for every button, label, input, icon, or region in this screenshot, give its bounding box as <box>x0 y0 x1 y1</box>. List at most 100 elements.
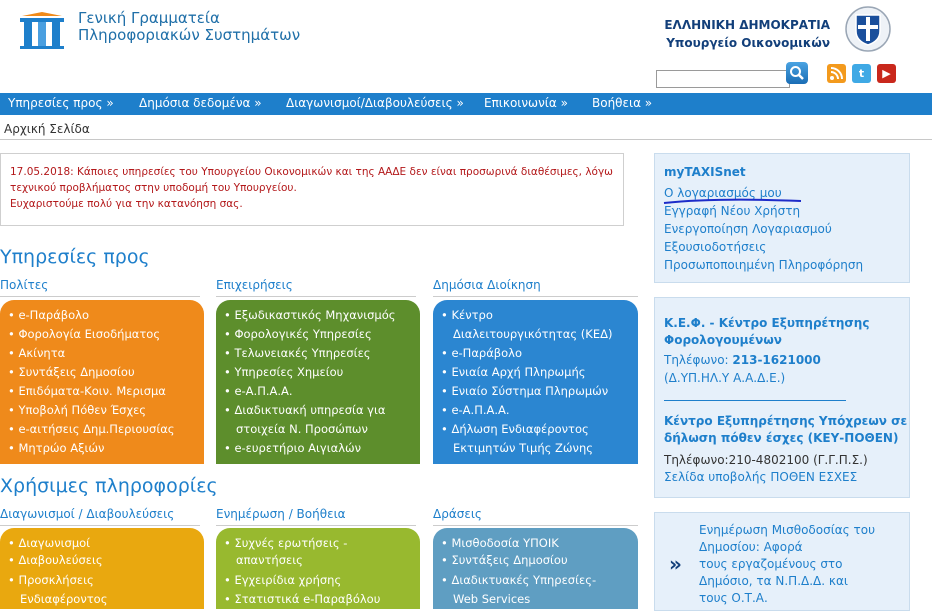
actions-box: • Μισθοδοσία ΥΠΟΙΚ • Συντάξεις Δημοσίου … <box>433 528 638 609</box>
column-divider <box>433 296 638 297</box>
list-item[interactable]: • e-αιτήσεις Δημ.Περιουσίας <box>8 421 175 437</box>
authorizations-link[interactable]: Εξουσιοδοτήσεις <box>664 240 766 254</box>
notice-line-2: τεχνικού προβλήματος στην υποδομή του Υπ… <box>10 182 297 194</box>
search-button[interactable] <box>786 62 808 84</box>
list-item[interactable]: • Δήλωση Ενδιαφέροντος <box>441 421 589 437</box>
list-item[interactable]: • Συχνές ερωτήσεις - <box>224 535 347 551</box>
mytaxisnet-title: myTAXISnet <box>664 165 746 179</box>
gsis-logo[interactable] <box>18 12 66 50</box>
main-nav: Υπηρεσίες προς » Δημόσια δεδομένα » Διαγ… <box>0 93 932 115</box>
column-title-tenders[interactable]: Διαγωνισμοί / Διαβουλεύσεις <box>0 507 174 521</box>
column-title-public-admin[interactable]: Δημόσια Διοίκηση <box>433 278 541 292</box>
list-item[interactable]: • Διαδικτυακή υπηρεσία για <box>224 402 385 418</box>
list-item[interactable]: • Κέντρο <box>441 307 493 323</box>
news-line: Δημόσιο, τα Ν.Π.Δ.Δ. και <box>699 574 848 588</box>
column-divider <box>216 525 416 526</box>
services-title: Υπηρεσίες προς <box>0 246 150 268</box>
column-divider <box>216 296 416 297</box>
kef-phone-note: (Δ.ΥΠ.ΗΛ.Υ Α.Α.Δ.Ε.) <box>664 371 786 385</box>
list-item[interactable]: • Μισθοδοσία ΥΠΟΙΚ <box>441 535 559 551</box>
list-item[interactable]: • Διαδικτυακές Υπηρεσίες- <box>441 572 596 588</box>
center-title-1: Κέντρο Εξυπηρέτησης Υπόχρεων σε <box>664 414 908 428</box>
agency-title: Γενική Γραμματεία Πληροφοριακών Συστημάτ… <box>78 10 300 44</box>
news-line: Δημοσίου: Αφορά <box>699 540 803 554</box>
list-item[interactable]: • e-Παράβολο <box>441 345 522 361</box>
list-item[interactable]: • Στατιστικά e-Παραβόλου <box>224 591 380 607</box>
rss-icon[interactable] <box>827 64 846 83</box>
list-item[interactable]: • Υποβολή Πόθεν Έσχες <box>8 402 146 418</box>
notice-line-1: 17.05.2018: Κάποιες υπηρεσίες του Υπουργ… <box>10 166 613 178</box>
list-item[interactable]: • Φορολογία Εισοδήματος <box>8 326 160 342</box>
list-item[interactable]: • Συντάξεις Δημοσίου <box>441 552 568 568</box>
payroll-news-panel[interactable]: » Ενημέρωση Μισθοδοσίας του Δημοσίου: Αφ… <box>654 512 910 611</box>
list-item[interactable]: • Μητρώο Αξιών <box>8 440 104 456</box>
list-item[interactable]: • Εγχειρίδια χρήσης <box>224 572 341 588</box>
pothen-eshes-link[interactable]: Σελίδα υποβολής ΠΟΘΕΝ ΕΣΧΕΣ <box>664 470 857 484</box>
center-phone: Τηλέφωνο:210-4802100 (Γ.Γ.Π.Σ.) <box>664 453 868 467</box>
greek-emblem-icon <box>844 5 892 53</box>
list-item[interactable]: • Εξωδικαστικός Μηχανισμός <box>224 307 396 323</box>
chevron-right-icon: » <box>669 552 682 576</box>
column-divider <box>0 525 200 526</box>
list-item[interactable]: • Ακίνητα <box>8 345 65 361</box>
republic-title: ΕΛΛΗΝΙΚΗ ΔΗΜΟΚΡΑΤΙΑ Υπουργείο Οικονομικώ… <box>660 16 830 52</box>
tenders-box: • Διαγωνισμοί • Διαβουλεύσεις • Προσκλήσ… <box>0 528 204 609</box>
personalized-info-link[interactable]: Προσωποποιημένη Πληροφόρηση <box>664 258 863 272</box>
nav-item-tenders[interactable]: Διαγωνισμοί/Διαβουλεύσεις » <box>286 96 464 110</box>
list-item-continued[interactable]: απαντήσεις <box>236 552 303 568</box>
youtube-icon[interactable]: ▶ <box>877 64 896 83</box>
list-item[interactable]: • Υπηρεσίες Χημείου <box>224 364 343 380</box>
center-title-2: δήλωση πόθεν έσχες (ΚΕΥ-ΠΟΘΕΝ) <box>664 431 899 445</box>
list-item[interactable]: • e-ευρετήριο Αιγιαλών <box>224 440 361 456</box>
kef-title-1: Κ.Ε.Φ. - Κέντρο Εξυπηρέτησης <box>664 316 870 330</box>
column-title-businesses[interactable]: Επιχειρήσεις <box>216 278 293 292</box>
nav-item-contact[interactable]: Επικοινωνία » <box>484 96 568 110</box>
list-item[interactable]: • Ενιαίο Σύστημα Πληρωμών <box>441 383 608 399</box>
ministry-label: Υπουργείο Οικονομικών <box>666 36 830 50</box>
list-item[interactable]: • e-Α.Π.Α.Α. <box>224 383 293 399</box>
news-line: τους Ο.Τ.Α. <box>699 591 768 605</box>
nav-item-help[interactable]: Βοήθεια » <box>592 96 652 110</box>
kef-title-2: Φορολογουμένων <box>664 333 782 347</box>
list-item[interactable]: • Επιδόματα-Κοιν. Μερισμα <box>8 383 166 399</box>
nav-item-public-data[interactable]: Δημόσια δεδομένα » <box>139 96 262 110</box>
public-admin-services-box: • Κέντρο Διαλειτουργικότητας (ΚΕΔ) • e-Π… <box>433 300 638 464</box>
citizens-services-box: • e-Παράβολο • Φορολογία Εισοδήματος • Α… <box>0 300 204 464</box>
column-title-help[interactable]: Ενημέρωση / Βοήθεια <box>216 507 346 521</box>
list-item[interactable]: • Διαβουλεύσεις <box>8 552 103 568</box>
list-item[interactable]: • Ενιαία Αρχή Πληρωμής <box>441 364 586 380</box>
notice-box: 17.05.2018: Κάποιες υπηρεσίες του Υπουργ… <box>0 153 624 226</box>
help-box: • Συχνές ερωτήσεις - απαντήσεις • Εγχειρ… <box>216 528 420 609</box>
search-input[interactable] <box>656 70 790 88</box>
kef-phone-number: 213-1621000 <box>732 353 821 367</box>
nav-item-services[interactable]: Υπηρεσίες προς » <box>8 96 114 110</box>
list-item[interactable]: • Φορολογικές Υπηρεσίες <box>224 326 372 342</box>
list-item-continued[interactable]: Διαλειτουργικότητας (ΚΕΔ) <box>453 326 612 342</box>
notice-line-3: Ευχαριστούμε πολύ για την κατανόηση σας. <box>10 198 243 210</box>
list-item-continued[interactable]: Εκτιμητών Τιμής Ζώνης <box>453 440 593 456</box>
business-services-box: • Εξωδικαστικός Μηχανισμός • Φορολογικές… <box>216 300 420 464</box>
activate-account-link[interactable]: Ενεργοποίηση Λογαριασμού <box>664 222 832 236</box>
list-item-continued[interactable]: στοιχεία Ν. Προσώπων <box>236 421 368 437</box>
column-divider <box>433 525 638 526</box>
news-line: τους εργαζομένους στο <box>699 557 843 571</box>
register-link[interactable]: Εγγραφή Νέου Χρήστη <box>664 204 800 218</box>
agency-line-2: Πληροφοριακών Συστημάτων <box>78 26 301 44</box>
list-item[interactable]: • Προσκλήσεις <box>8 572 94 588</box>
kef-phone: Τηλέφωνο: 213-1621000 <box>664 353 821 367</box>
list-item[interactable]: • Συντάξεις Δημοσίου <box>8 364 135 380</box>
list-item[interactable]: • e-Α.Π.Α.Α. <box>441 402 510 418</box>
twitter-icon[interactable]: t <box>852 64 871 83</box>
panel-divider <box>664 400 846 401</box>
breadcrumb[interactable]: Αρχική Σελίδα <box>4 122 90 136</box>
list-item[interactable]: • e-Παράβολο <box>8 307 89 323</box>
list-item[interactable]: • Διαγωνισμοί <box>8 535 90 551</box>
list-item[interactable]: • Τελωνειακές Υπηρεσίες <box>224 345 371 361</box>
list-item-continued[interactable]: Ενδιαφέροντος <box>20 591 107 607</box>
breadcrumb-bar <box>0 117 932 140</box>
column-title-actions[interactable]: Δράσεις <box>433 507 482 521</box>
list-item-continued[interactable]: Web Services <box>453 591 530 607</box>
kef-panel: Κ.Ε.Φ. - Κέντρο Εξυπηρέτησης Φορολογουμέ… <box>654 297 910 498</box>
column-title-citizens[interactable]: Πολίτες <box>0 278 48 292</box>
agency-line-1: Γενική Γραμματεία <box>78 9 220 27</box>
